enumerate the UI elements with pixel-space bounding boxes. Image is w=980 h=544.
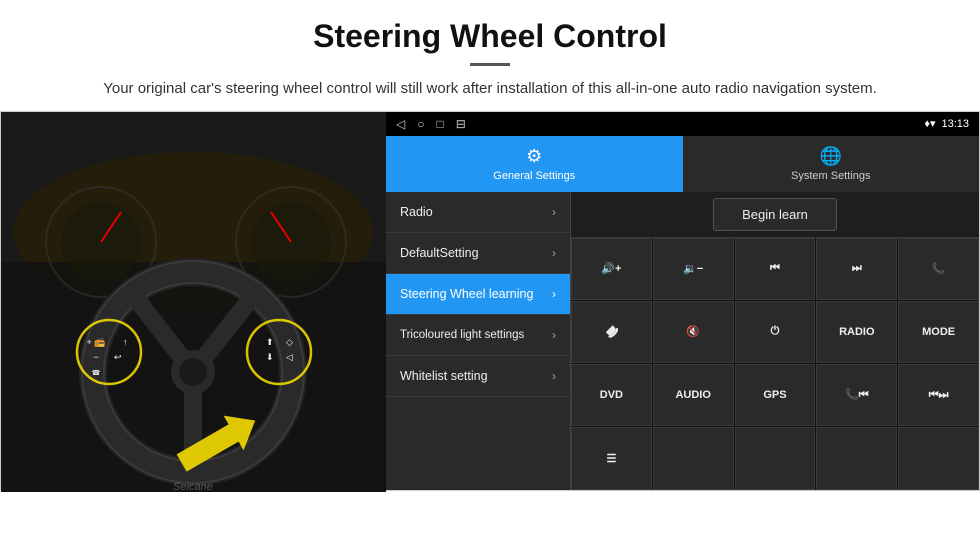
menu-item-steering-wheel[interactable]: Steering Wheel learning › — [386, 274, 570, 315]
tab-general-label: General Settings — [493, 170, 575, 182]
status-bar: ◁ ○ □ ⊟ ♦▾ 13:13 — [386, 112, 979, 136]
power-icon: ⏻ — [771, 325, 780, 338]
menu-nav-icon[interactable]: ⊟ — [456, 117, 466, 131]
hang-up-btn[interactable]: ☎ — [571, 301, 652, 363]
vol-down-btn[interactable]: 🔉− — [653, 238, 734, 300]
dvd-label: DVD — [600, 389, 623, 401]
chevron-icon: › — [552, 205, 556, 219]
tab-system-label: System Settings — [791, 170, 870, 182]
svg-text:◁: ◁ — [286, 352, 293, 362]
empty-btn-1 — [653, 427, 734, 489]
phone-icon: 📞 — [932, 262, 946, 275]
radio-label: RADIO — [839, 326, 874, 338]
next-track-icon: ⏭ — [852, 262, 862, 275]
menu-item-radio[interactable]: Radio › — [386, 192, 570, 233]
menu-icon: ☰ — [606, 452, 616, 465]
hangup-icon: ☎ — [602, 322, 621, 341]
signal-icon: ♦▾ — [924, 117, 935, 130]
tab-bar: ⚙ General Settings 🌐 System Settings — [386, 136, 979, 192]
svg-text:Seicane: Seicane — [173, 481, 213, 492]
empty-btn-2 — [735, 427, 816, 489]
page-header: Steering Wheel Control Your original car… — [0, 0, 980, 111]
mode-label: MODE — [922, 326, 955, 338]
begin-learn-row: Begin learn — [571, 192, 979, 238]
svg-text:↑: ↑ — [123, 337, 128, 347]
next-track-btn[interactable]: ⏭ — [816, 238, 897, 300]
prev-track-icon: ⏮ — [770, 262, 780, 275]
clock: 13:13 — [941, 118, 969, 130]
svg-text:−: − — [93, 352, 98, 362]
page-subtitle: Your original car's steering wheel contr… — [40, 78, 940, 101]
chevron-icon: › — [552, 369, 556, 383]
svg-text:⬆: ⬆ — [266, 337, 274, 347]
right-panel: Begin learn 🔊+ 🔉− ⏮ ⏭ — [571, 192, 979, 490]
audio-btn[interactable]: AUDIO — [653, 364, 734, 426]
mute-btn[interactable]: 🔇 — [653, 301, 734, 363]
chevron-icon: › — [552, 246, 556, 260]
power-btn[interactable]: ⏻ — [735, 301, 816, 363]
chevron-icon: › — [552, 287, 556, 301]
svg-text:☎: ☎ — [92, 369, 101, 377]
vol-down-icon: 🔉− — [683, 262, 703, 275]
menu-item-default-setting[interactable]: DefaultSetting › — [386, 233, 570, 274]
vol-up-icon: 🔊+ — [601, 262, 621, 275]
menu-item-whitelist[interactable]: Whitelist setting › — [386, 356, 570, 397]
begin-learn-button[interactable]: Begin learn — [713, 198, 837, 231]
phone-prev-btn[interactable]: 📞⏮ — [816, 364, 897, 426]
android-ui: ◁ ○ □ ⊟ ♦▾ 13:13 ⚙ General Settings 🌐 Sy… — [386, 112, 979, 490]
content-area: Radio › DefaultSetting › Steering Wheel … — [386, 192, 979, 490]
chevron-icon: › — [552, 328, 556, 342]
status-indicators: ♦▾ 13:13 — [924, 117, 969, 130]
radio-btn[interactable]: RADIO — [816, 301, 897, 363]
svg-text:⬇: ⬇ — [266, 352, 274, 362]
call-btn[interactable]: 📞 — [898, 238, 979, 300]
prev-track-btn[interactable]: ⏮ — [735, 238, 816, 300]
recents-nav-icon[interactable]: □ — [436, 117, 443, 131]
main-content: + 📻 ↑ − ↩ ☎ ⬆ ◇ ⬇ ◁ Seicane ◁ ○ — [0, 111, 980, 491]
empty-btn-3 — [816, 427, 897, 489]
home-nav-icon[interactable]: ○ — [417, 117, 424, 131]
tab-general-settings[interactable]: ⚙ General Settings — [386, 136, 683, 192]
gps-btn[interactable]: GPS — [735, 364, 816, 426]
seek-icon: ⏮⏭ — [929, 389, 949, 402]
gear-icon: ⚙ — [526, 146, 542, 167]
vol-up-btn[interactable]: 🔊+ — [571, 238, 652, 300]
car-image-section: + 📻 ↑ − ↩ ☎ ⬆ ◇ ⬇ ◁ Seicane — [1, 112, 386, 492]
mode-btn[interactable]: MODE — [898, 301, 979, 363]
globe-icon: 🌐 — [820, 146, 842, 167]
nav-icons: ◁ ○ □ ⊟ — [396, 117, 466, 131]
svg-text:+ 📻: + 📻 — [87, 337, 106, 347]
car-steering-wheel-image: + 📻 ↑ − ↩ ☎ ⬆ ◇ ⬇ ◁ Seicane — [1, 112, 386, 492]
menu-list: Radio › DefaultSetting › Steering Wheel … — [386, 192, 571, 490]
page-title: Steering Wheel Control — [40, 18, 940, 55]
back-nav-icon[interactable]: ◁ — [396, 117, 405, 131]
svg-text:◇: ◇ — [286, 337, 293, 347]
audio-label: AUDIO — [675, 389, 710, 401]
phone-prev-icon: 📞⏮ — [845, 388, 869, 402]
tab-system-settings[interactable]: 🌐 System Settings — [683, 136, 980, 192]
title-divider — [470, 63, 510, 66]
gps-label: GPS — [763, 389, 786, 401]
mute-icon: 🔇 — [686, 325, 700, 338]
menu-btn[interactable]: ☰ — [571, 427, 652, 489]
svg-text:↩: ↩ — [114, 352, 122, 362]
button-grid: 🔊+ 🔉− ⏮ ⏭ 📞 ☎ — [571, 238, 979, 490]
menu-item-tricoloured[interactable]: Tricoloured light settings › — [386, 315, 570, 356]
dvd-btn[interactable]: DVD — [571, 364, 652, 426]
seek-btn[interactable]: ⏮⏭ — [898, 364, 979, 426]
empty-btn-4 — [898, 427, 979, 489]
